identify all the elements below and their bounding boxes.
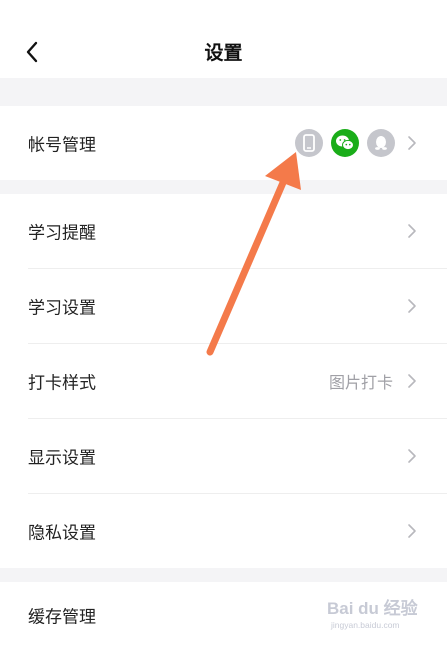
row-label: 缓存管理 [28, 607, 96, 628]
baidu-jingyan-watermark: Bai du 经验 jingyan.baidu.com [327, 598, 419, 630]
wechat-icon [331, 129, 359, 157]
linked-accounts [295, 129, 395, 157]
chevron-right-icon [408, 374, 416, 388]
page-title: 设置 [204, 42, 243, 64]
settings-screen: 设置 帐号管理 学习提醒 学习设置 打卡样式 图片打卡 显示设置 隐私设置 缓存… [0, 0, 447, 648]
phone-icon [295, 129, 323, 157]
settings-row-study-reminder[interactable]: 学习提醒 [0, 194, 447, 268]
section-gap [0, 568, 447, 582]
chevron-right-icon [408, 524, 416, 538]
row-label: 学习提醒 [28, 223, 96, 244]
chevron-right-icon [408, 136, 416, 150]
chevron-right-icon [408, 449, 416, 463]
row-value: 图片打卡 [328, 373, 393, 392]
chevron-right-icon [408, 224, 416, 238]
settings-row-study-settings[interactable]: 学习设置 [0, 269, 447, 343]
svg-text:Bai du 经验: Bai du 经验 [327, 598, 419, 618]
settings-row-privacy-settings[interactable]: 隐私设置 [0, 494, 447, 568]
settings-row-display-settings[interactable]: 显示设置 [0, 419, 447, 493]
header-bar: 设置 [0, 0, 447, 78]
svg-text:jingyan.baidu.com: jingyan.baidu.com [330, 620, 400, 630]
settings-row-checkin-style[interactable]: 打卡样式 图片打卡 [0, 344, 447, 418]
chevron-right-icon [408, 299, 416, 313]
section-gap [0, 78, 447, 106]
row-label: 帐号管理 [28, 135, 96, 156]
row-label: 隐私设置 [28, 523, 96, 544]
row-label: 学习设置 [28, 298, 96, 319]
qq-icon [367, 129, 395, 157]
settings-row-account-management[interactable]: 帐号管理 [0, 106, 447, 180]
row-label: 打卡样式 [28, 373, 96, 394]
section-gap [0, 180, 447, 194]
row-label: 显示设置 [28, 448, 96, 469]
